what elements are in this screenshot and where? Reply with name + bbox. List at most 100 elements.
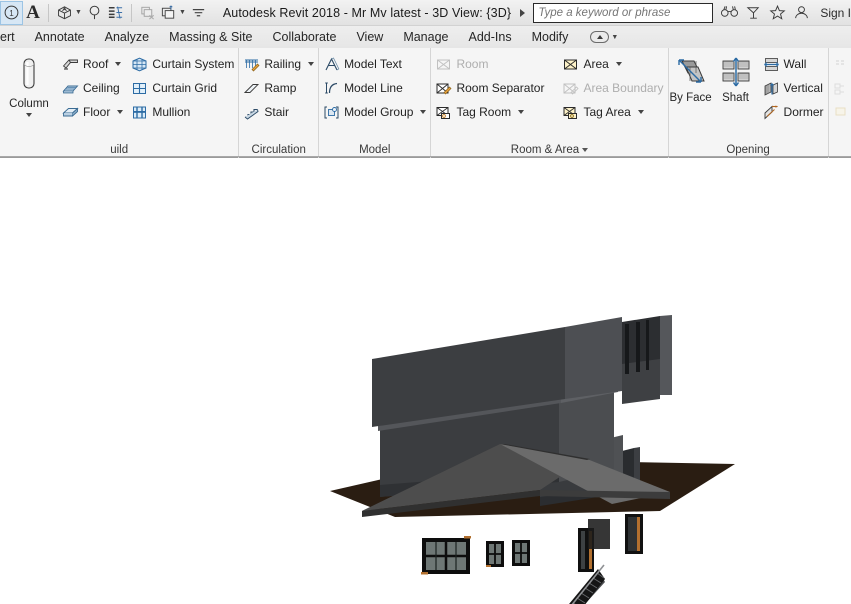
- legend-icon[interactable]: [105, 1, 126, 25]
- curtain-grid-button[interactable]: Curtain Grid: [127, 76, 238, 100]
- quick-access-toolbar: 1 A ▼ ▼: [0, 0, 209, 26]
- column-icon: [23, 58, 35, 89]
- floor-button[interactable]: Floor: [58, 100, 127, 124]
- build-group-2: Curtain System Curtain Grid Mullion: [127, 52, 238, 124]
- partial-button-2[interactable]: [831, 76, 851, 100]
- search-input[interactable]: [533, 2, 714, 23]
- ceiling-button[interactable]: Ceiling: [58, 76, 127, 100]
- room-and-area-panel-title[interactable]: Room & Area: [431, 142, 667, 158]
- ceiling-label: Ceiling: [83, 81, 120, 95]
- opening-by-face-button[interactable]: By Face: [669, 52, 713, 104]
- model-group-dropdown-caret[interactable]: [420, 110, 427, 114]
- area-dropdown-caret[interactable]: [615, 62, 622, 66]
- sign-in-label[interactable]: Sign I: [820, 6, 851, 20]
- model-line-button[interactable]: Model Line: [319, 76, 430, 100]
- communication-center-icon[interactable]: [745, 4, 762, 21]
- roof-button[interactable]: Roof: [58, 52, 127, 76]
- text-icon[interactable]: A: [23, 1, 43, 25]
- tag-area-dropdown-caret[interactable]: [637, 110, 644, 114]
- ribbon-panel-build: Column Roof Ceiling Floor Curtain System…: [0, 48, 240, 158]
- favorites-star-icon[interactable]: [769, 4, 786, 21]
- switch-windows-dropdown-caret[interactable]: ▼: [179, 9, 186, 16]
- tag-area-button[interactable]: Tag Area: [558, 100, 667, 124]
- account-person-icon[interactable]: [793, 4, 810, 21]
- floor-icon: [62, 106, 79, 116]
- ribbon-minimize-dropdown-caret[interactable]: ▼: [611, 34, 618, 41]
- opening-shaft-button[interactable]: Shaft: [713, 52, 759, 104]
- partial-group: [831, 52, 851, 124]
- tab-collaborate[interactable]: Collaborate: [263, 26, 347, 48]
- room-separator-button[interactable]: Room Separator: [431, 76, 548, 100]
- model-group-button[interactable]: Model Group: [319, 100, 430, 124]
- model-line-label: Model Line: [344, 81, 403, 95]
- opening-wall-button[interactable]: Wall: [759, 52, 828, 76]
- window-upper-3: [512, 540, 530, 566]
- opening-dormer-button[interactable]: Dormer: [759, 100, 828, 124]
- window-upper-1: [421, 536, 471, 575]
- tab-annotate[interactable]: Annotate: [25, 26, 95, 48]
- customize-quick-access-icon[interactable]: [188, 1, 209, 25]
- partial-button-3[interactable]: [831, 100, 851, 124]
- tag-area-icon: [563, 106, 578, 119]
- stair-button[interactable]: Stair: [239, 100, 318, 124]
- roof-label: Roof: [83, 57, 109, 71]
- tab-modify[interactable]: Modify: [522, 26, 579, 48]
- search-expand-arrow-icon[interactable]: [520, 8, 526, 17]
- tab-add-ins[interactable]: Add-Ins: [459, 26, 522, 48]
- tab-insert[interactable]: ert: [0, 26, 25, 48]
- tag-room-button[interactable]: Tag Room: [431, 100, 548, 124]
- opening-vertical-button[interactable]: Vertical: [759, 76, 828, 100]
- titlebar-icon-group: Sign I: [721, 4, 851, 21]
- railing-button[interactable]: Railing: [239, 52, 318, 76]
- opening-vertical-label: Vertical: [783, 81, 823, 95]
- opening-vertical-icon: [764, 81, 778, 96]
- switch-windows-icon[interactable]: ▼: [158, 1, 188, 25]
- stair-label: Stair: [264, 105, 290, 119]
- default-3d-view-icon[interactable]: 1: [0, 0, 23, 25]
- railing-label: Railing: [264, 57, 302, 71]
- ribbon-minimize-icon[interactable]: [590, 31, 610, 43]
- room-separator-icon: [436, 83, 452, 94]
- stair-balustrade: [588, 519, 610, 549]
- opening-wall-icon: [763, 57, 779, 71]
- mullion-button[interactable]: Mullion: [127, 100, 238, 124]
- partial-dashed-icon: [835, 59, 844, 65]
- 3d-view-dropdown-caret[interactable]: ▼: [75, 9, 82, 16]
- three-d-model-view[interactable]: [0, 159, 851, 604]
- close-hidden-windows-icon[interactable]: [137, 1, 158, 25]
- model-text-label: Model Text: [344, 57, 402, 71]
- tab-analyze[interactable]: Analyze: [95, 26, 159, 48]
- mullion-label: Mullion: [152, 105, 191, 119]
- curtain-grid-label: Curtain Grid: [152, 81, 218, 95]
- tag-room-label: Tag Room: [456, 105, 512, 119]
- balcony-post-2: [636, 322, 640, 372]
- room-icon: [437, 59, 451, 69]
- ramp-label: Ramp: [264, 81, 297, 95]
- room-and-area-panel-dropdown-caret[interactable]: [582, 148, 589, 152]
- curtain-system-button[interactable]: Curtain System: [127, 52, 238, 76]
- railing-dropdown-caret[interactable]: [308, 62, 315, 66]
- text-icon-glyph: A: [26, 2, 40, 23]
- tab-view[interactable]: View: [346, 26, 393, 48]
- ramp-button[interactable]: Ramp: [239, 76, 318, 100]
- roof-dropdown-caret[interactable]: [115, 62, 122, 66]
- model-panel-title: Model: [359, 144, 391, 156]
- search-binoculars-icon[interactable]: [721, 4, 739, 21]
- room-button[interactable]: Room: [431, 52, 548, 76]
- area-button[interactable]: Area: [558, 52, 667, 76]
- column-dropdown-caret[interactable]: [26, 113, 32, 117]
- tab-manage[interactable]: Manage: [393, 26, 458, 48]
- floor-dropdown-caret[interactable]: [117, 110, 124, 114]
- column-button[interactable]: Column: [0, 52, 58, 117]
- model-text-button[interactable]: Model Text: [319, 52, 430, 76]
- area-boundary-button[interactable]: Area Boundary: [558, 76, 667, 100]
- drawing-canvas[interactable]: [0, 159, 851, 604]
- tag-room-dropdown-caret[interactable]: [518, 110, 525, 114]
- opening-wall-label: Wall: [783, 57, 807, 71]
- tab-massing-and-site[interactable]: Massing & Site: [159, 26, 262, 48]
- column-button-label: Column: [9, 98, 49, 110]
- ribbon-minimize-control[interactable]: ▼: [590, 31, 618, 43]
- partial-button-1[interactable]: [831, 52, 851, 76]
- section-icon[interactable]: [84, 1, 105, 25]
- 3d-view-icon[interactable]: ▼: [54, 1, 84, 25]
